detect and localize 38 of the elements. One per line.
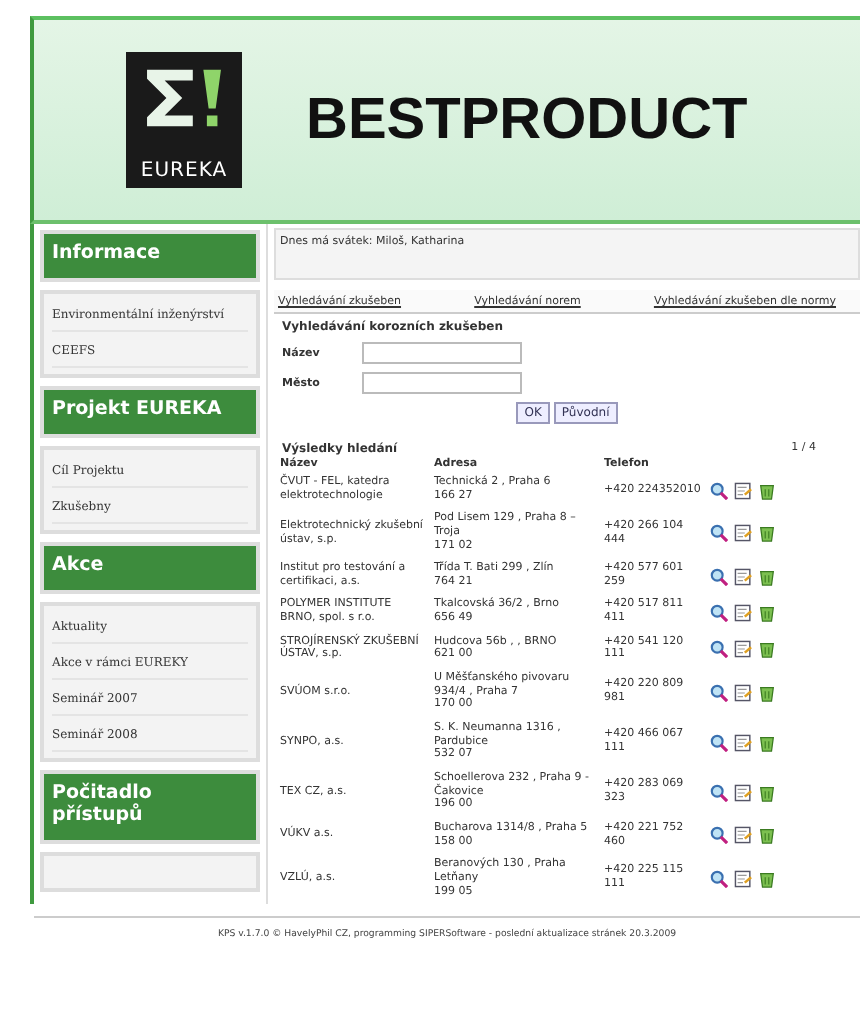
basket-icon[interactable] [758,733,776,751]
note-icon[interactable] [734,869,752,888]
basket-icon[interactable] [758,639,776,658]
note-icon[interactable] [734,481,752,500]
basket-icon[interactable] [758,783,776,801]
magnifier-icon[interactable] [710,603,728,622]
basket-icon[interactable] [758,567,776,586]
note-icon[interactable] [734,639,752,658]
site-title: BESTPRODUCT [306,87,748,153]
note-icon[interactable] [734,567,752,586]
note-icon[interactable] [734,826,752,845]
basket-icon[interactable] [758,869,776,888]
magnifier-icon[interactable] [710,869,728,888]
magnifier-icon[interactable] [710,683,728,701]
magnifier-icon[interactable] [710,733,728,751]
logo-text: EUREKA [140,160,228,182]
basket-icon[interactable] [758,481,776,500]
magnifier-icon[interactable] [710,524,728,543]
basket-icon[interactable] [758,683,776,701]
magnifier-icon[interactable] [710,481,728,500]
input-field[interactable] [362,342,522,364]
note-icon[interactable] [734,524,752,543]
basket-icon[interactable] [758,524,776,543]
input-field[interactable] [362,372,522,394]
basket-icon[interactable] [758,603,776,622]
note-icon[interactable] [734,683,752,701]
note-icon[interactable] [734,783,752,801]
magnifier-icon[interactable] [710,567,728,586]
basket-icon[interactable] [758,826,776,845]
magnifier-icon[interactable] [710,826,728,845]
note-icon[interactable] [734,733,752,751]
sidebar-heading: Projekt EUREKA [40,386,260,438]
magnifier-icon[interactable] [710,783,728,801]
magnifier-icon[interactable] [710,639,728,658]
sidebar-heading: Akce [40,542,260,594]
note-icon[interactable] [734,603,752,622]
sidebar-heading: Počitadlo přístupů [40,770,260,844]
sidebar-heading: Informace [40,230,260,282]
